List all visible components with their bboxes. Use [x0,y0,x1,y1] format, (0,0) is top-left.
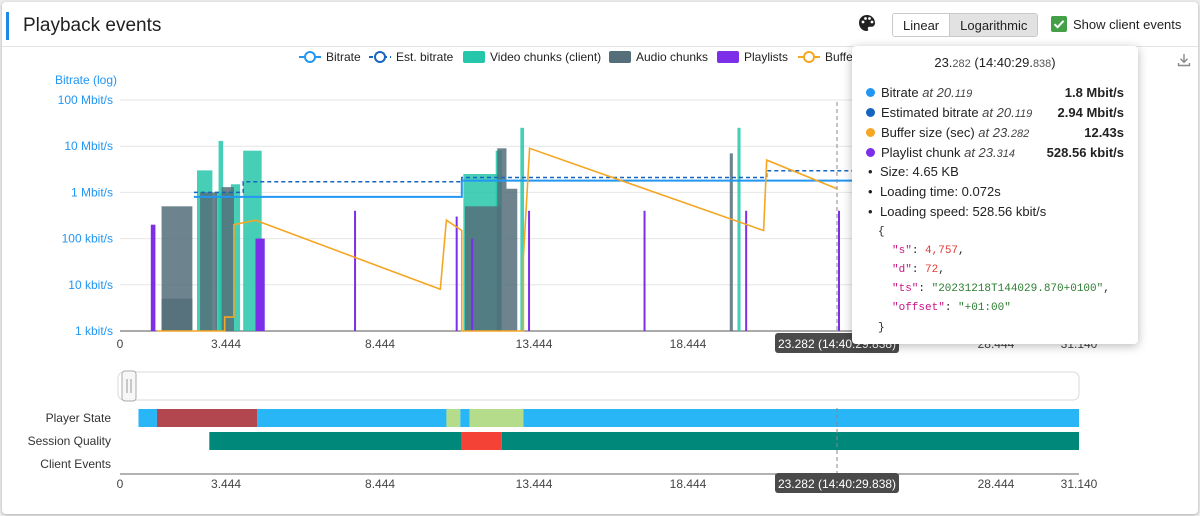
timeline-lanes: Player State Session Quality Client Events [28,409,1080,475]
tooltip-row-value: 1.8 Mbit/s [1064,84,1124,100]
hover-tooltip: 23.282 (14:40:29.838) Bitrate at 20.119 1… [852,46,1138,344]
x-tick-label: 13.444 [516,337,553,351]
bar-playlists [255,238,265,331]
segment-session-quality [209,432,462,450]
timeline-x-tick-labels: 03.4448.44413.44418.44423.44428.44431.14… [117,477,1098,491]
json-line: "d": 72, [892,264,945,276]
chart-legend: Bitrate Est. bitrate Video chunks (client)… [299,50,853,64]
segment-player-state [446,409,461,427]
bar-audio-chunks [161,298,193,331]
segment-player-state [523,409,1079,427]
lane-label-client-events: Client Events [40,457,111,471]
segment-player-state [460,409,470,427]
y-tick-labels: 1 kbit/s 10 kbit/s 100 kbit/s 1 Mbit/s 10 Mb… [58,93,113,338]
x-tick-label: 0 [117,477,124,491]
y-tick-label: 100 Mbit/s [58,93,113,107]
json-line: "s": 4,757, [892,245,965,257]
tooltip-row-label: Buffer size (sec) at 23.282 [881,124,1030,140]
legend-marker-est-bitrate [374,51,386,63]
bar-playlists [528,210,531,331]
series-dot-icon [866,107,875,117]
x-tick-label: 28.444 [978,477,1015,491]
bar-audio-chunks [464,206,501,331]
series-dot-icon [866,147,875,157]
zoom-slider-track[interactable] [117,371,1080,401]
x-tick-label: 13.444 [516,477,553,491]
legend-symbol-audio-chunks [609,51,631,63]
bar-audio-chunks [506,188,518,331]
legend-label-est-bitrate: Est. bitrate [396,50,454,64]
segment-player-state [469,409,524,427]
x-tick-label: 8.444 [365,477,395,491]
legend-marker-bitrate [304,51,316,63]
legend-label-video-chunks-client: Video chunks (client) [490,50,601,64]
legend-label-playlists: Playlists [744,50,788,64]
bar-audio-chunks [200,192,218,331]
legend-marker-buffe [803,51,815,63]
segment-player-state [257,409,447,427]
cursor-badge-label: 23.282 (14:40:29.838) [778,477,896,491]
x-tick-label: 8.444 [365,337,395,351]
tooltip-row-playlist-chunk: Playlist chunk at 23.314 528.56 kbit/s [866,142,1124,162]
segment-player-state [138,409,157,427]
bar-playlists [354,210,357,331]
playback-events-panel: Playback events Linear Logarithmic Show … [2,2,1198,514]
tooltip-row-value: 528.56 kbit/s [1046,144,1124,160]
bar-playlists [643,210,646,331]
legend-label-buffe: Buffe [825,50,853,64]
lane-label-player-state: Player State [46,411,112,425]
bar-playlists [745,210,748,331]
legend-label-bitrate: Bitrate [326,50,361,64]
series-dot-icon [866,127,875,137]
chunk-bars [150,127,840,331]
zoom-slider-handle[interactable] [121,370,137,402]
segment-session-quality [501,432,1080,450]
tooltip-row-value: 2.94 Mbit/s [1057,104,1124,120]
json-line: "offset": "+01:00" [892,302,1011,314]
bar-playlists [455,216,458,331]
bar-video-chunks-client [737,127,741,331]
tooltip-header: 23.282 (14:40:29.838) [934,55,1056,70]
bar-playlists [150,224,156,331]
series-dot-icon [866,87,875,97]
tooltip-row-label: Playlist chunk at 23.314 [881,144,1015,160]
tooltip-row-label: Bitrate at 20.119 [881,84,973,100]
legend-symbol-video-chunks-client [463,51,485,63]
tooltip-row-label: Estimated bitrate at 20.119 [881,104,1033,120]
x-tick-label: 31.140 [1061,477,1098,491]
tooltip-row-estimated-bitrate: Estimated bitrate at 20.119 2.94 Mbit/s [866,102,1124,122]
bar-audio-chunks [497,148,507,331]
legend-symbol-playlists [717,51,739,63]
bar-audio-chunks [221,187,234,331]
tooltip-row-value: 12.43s [1084,124,1124,140]
segment-player-state [156,409,258,427]
x-tick-label: 3.444 [211,477,241,491]
y-tick-label: 1 kbit/s [75,324,113,338]
lane-label-session-quality: Session Quality [28,434,111,448]
y-tick-label: 10 Mbit/s [64,139,113,153]
legend-label-audio-chunks: Audio chunks [636,50,708,64]
json-open-brace: { [878,226,885,238]
json-line: "ts": "20231218T144029.870+0100", [892,283,1110,295]
tooltip-loading-time: Loading time: 0.072s [868,184,1001,199]
tooltip-loading-speed: Loading speed: 528.56 kbit/s [868,204,1046,219]
y-tick-label: 100 kbit/s [62,232,113,246]
x-tick-label: 0 [117,337,124,351]
bar-playlists [837,210,840,331]
tooltip-row-buffer-size-sec: Buffer size (sec) at 23.282 12.43s [866,122,1124,142]
tooltip-size: Size: 4.65 KB [868,164,959,179]
x-tick-label: 3.444 [211,337,241,351]
y-tick-label: 1 Mbit/s [71,185,113,199]
json-close-brace: } [878,322,885,334]
segment-session-quality [461,432,502,450]
y-tick-label: 10 kbit/s [68,278,113,292]
bar-playlists [471,238,474,331]
tooltip-row-bitrate: Bitrate at 20.119 1.8 Mbit/s [866,82,1124,102]
y-axis-title: Bitrate (log) [55,73,117,87]
x-tick-label: 18.444 [670,477,707,491]
x-tick-label: 18.444 [670,337,707,351]
